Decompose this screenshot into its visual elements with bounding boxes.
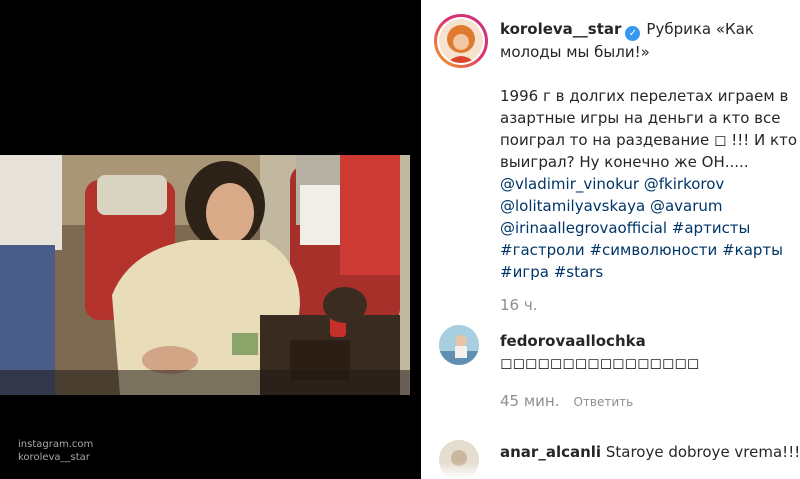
author-avatar[interactable] xyxy=(434,14,488,68)
mention-link[interactable]: @irinaallegrovaofficial xyxy=(500,219,667,237)
post-panel: koroleva__star ✓ Рубрика «Как молоды мы бы… xyxy=(421,0,800,479)
scroll-fade xyxy=(421,462,800,479)
comment-username[interactable]: anar_alcanli xyxy=(500,443,601,461)
caption-first-paragraph: koroleva__star ✓ Рубрика «Как молоды мы бы… xyxy=(500,18,800,63)
hashtag-link[interactable]: #символюности xyxy=(589,241,717,259)
hashtag-link[interactable]: #артисты xyxy=(672,219,751,237)
reply-button[interactable]: Ответить xyxy=(574,395,634,409)
avatar-image xyxy=(439,19,483,63)
watermark-site: instagram.com xyxy=(18,439,94,450)
comment-body: ◻◻◻◻◻◻◻◻◻◻◻◻◻◻◻◻ xyxy=(500,354,700,372)
comment-item: fedorovaallochka ◻◻◻◻◻◻◻◻◻◻◻◻◻◻◻◻ xyxy=(500,330,800,374)
comment-meta: 45 мин. Ответить xyxy=(500,392,633,410)
mention-link[interactable]: @avarum xyxy=(650,197,723,215)
caption-body: 1996 г в долгих перелетах играем в азарт… xyxy=(500,87,797,171)
mention-link[interactable]: @fkirkorov xyxy=(644,175,725,193)
comment-timestamp[interactable]: 45 мин. xyxy=(500,392,560,410)
post-caption: koroleva__star ✓ Рубрика «Как молоды мы бы… xyxy=(500,18,800,283)
comment-username[interactable]: fedorovaallochka xyxy=(500,332,646,350)
post-timestamp[interactable]: 16 ч. xyxy=(500,296,538,314)
video-watermark: instagram.com koroleva__star xyxy=(18,438,93,464)
hashtag-link[interactable]: #stars xyxy=(554,263,603,281)
hashtag-link[interactable]: #гастроли xyxy=(500,241,585,259)
author-username[interactable]: koroleva__star xyxy=(500,20,621,38)
hashtag-link[interactable]: #игра xyxy=(500,263,549,281)
comment-body: Staroye dobroye vrema!!!! xyxy=(605,443,800,461)
comment-item: anar_alcanli Staroye dobroye vrema!!!! xyxy=(500,441,800,463)
mention-link[interactable]: @vladimir_vinokur xyxy=(500,175,639,193)
media-panel: instagram.com koroleva__star xyxy=(0,0,421,479)
mention-link[interactable]: @lolitamilyavskaya xyxy=(500,197,645,215)
commenter-avatar[interactable] xyxy=(439,325,479,365)
hashtag-link[interactable]: #карты xyxy=(722,241,783,259)
caption-second-paragraph: 1996 г в долгих перелетах играем в азарт… xyxy=(500,85,800,283)
post-video[interactable] xyxy=(0,155,410,395)
verified-badge-icon: ✓ xyxy=(625,26,641,41)
watermark-account: koroleva__star xyxy=(18,452,90,463)
